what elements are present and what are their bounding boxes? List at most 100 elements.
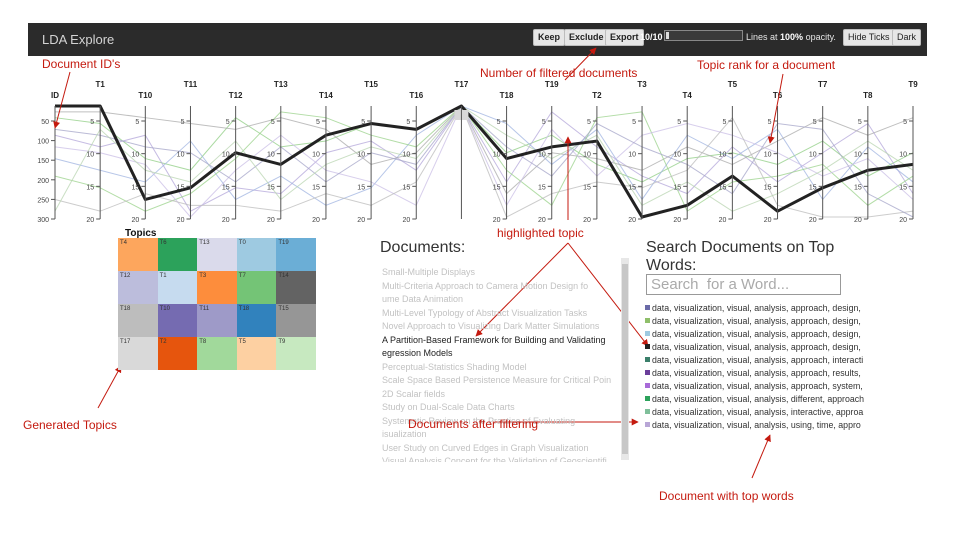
word-result-item[interactable]: data, visualization, visual, analysis, a… xyxy=(645,303,861,316)
topic-cell[interactable]: T17 xyxy=(118,337,158,370)
tick-label: 15 xyxy=(673,184,681,191)
word-result-text: data, visualization, visual, analysis, a… xyxy=(652,381,863,391)
tick-label: 15 xyxy=(493,184,501,191)
tick-label: 15 xyxy=(809,184,817,191)
tick-label: 5 xyxy=(858,119,862,126)
document-item[interactable]: Multi-Criteria Approach to Camera Motion… xyxy=(382,281,588,291)
word-result-text: data, visualization, visual, analysis, i… xyxy=(652,407,864,417)
tick-label: 5 xyxy=(181,119,185,126)
topic-cell[interactable]: T3 xyxy=(197,271,237,304)
document-item[interactable]: 2D Scalar fields xyxy=(382,389,445,399)
tick-label: 10 xyxy=(673,152,681,159)
axis-label: T8 xyxy=(863,91,873,100)
color-swatch xyxy=(645,396,650,401)
document-scrollbar[interactable] xyxy=(621,258,629,460)
axis-label: T3 xyxy=(637,80,647,89)
tick-label: 10 xyxy=(538,152,546,159)
tick-label: 10 xyxy=(809,152,817,159)
word-result-item[interactable]: data, visualization, visual, analysis, d… xyxy=(645,394,864,407)
document-item[interactable]: User Study on Curved Edges in Graph Visu… xyxy=(382,443,588,453)
axis-label: T19 xyxy=(545,80,559,89)
topic-cell[interactable]: T11 xyxy=(197,304,237,337)
word-search-input[interactable] xyxy=(646,274,841,295)
tick-label: 5 xyxy=(361,119,365,126)
topic-cell[interactable]: T18 xyxy=(236,304,277,337)
tick-label: 20 xyxy=(583,217,591,224)
tick-label: 5 xyxy=(90,119,94,126)
tick-label: 5 xyxy=(768,119,772,126)
tick-label: 5 xyxy=(903,119,907,126)
axis-label: ID xyxy=(51,91,59,100)
scrollbar-thumb[interactable] xyxy=(622,264,628,454)
topic-cell[interactable]: T13 xyxy=(197,238,237,271)
document-item[interactable]: ume Data Animation xyxy=(382,294,463,304)
tick-label: 10 xyxy=(177,152,185,159)
tick-label: 10 xyxy=(719,152,727,159)
tick-label: 15 xyxy=(628,184,636,191)
color-swatch xyxy=(645,331,650,336)
topic-cell[interactable]: T6 xyxy=(157,238,198,271)
word-result-item[interactable]: data, visualization, visual, analysis, a… xyxy=(645,316,861,329)
tick-label: 15 xyxy=(86,184,94,191)
word-result-item[interactable]: data, visualization, visual, analysis, i… xyxy=(645,407,863,420)
topic-cell[interactable]: T15 xyxy=(276,304,316,337)
document-item[interactable]: Novel Approach to Visualizing Dark Matte… xyxy=(382,321,599,331)
word-result-item[interactable]: data, visualization, visual, analysis, u… xyxy=(645,420,861,433)
axis-label: T5 xyxy=(728,80,738,89)
tick-label: 15 xyxy=(899,184,907,191)
topic-cell[interactable]: T4 xyxy=(118,238,158,271)
axis-label: T11 xyxy=(184,80,198,89)
tick-label: 150 xyxy=(37,158,49,165)
tick-label: 15 xyxy=(402,184,410,191)
topic-cell[interactable]: T8 xyxy=(197,337,237,370)
document-item[interactable]: egression Models xyxy=(382,348,453,358)
topic-cell[interactable]: T0 xyxy=(236,238,277,271)
tick-label: 10 xyxy=(312,152,320,159)
topic-cell[interactable]: T19 xyxy=(276,238,316,271)
topic-cell[interactable]: T7 xyxy=(236,271,277,304)
document-item[interactable]: Small-Multiple Displays xyxy=(382,267,475,277)
word-result-item[interactable]: data, visualization, visual, analysis, a… xyxy=(645,329,861,342)
document-item[interactable]: Study on Dual-Scale Data Charts xyxy=(382,402,515,412)
word-result-text: data, visualization, visual, analysis, a… xyxy=(652,316,861,326)
tick-label: 20 xyxy=(493,217,501,224)
topic-cell[interactable]: T12 xyxy=(118,271,158,304)
word-result-text: data, visualization, visual, analysis, a… xyxy=(652,342,861,352)
topic-cell[interactable]: T1 xyxy=(157,271,198,304)
tick-label: 15 xyxy=(312,184,320,191)
topic-cell[interactable]: T18 xyxy=(118,304,158,337)
tick-label: 20 xyxy=(764,217,772,224)
document-item[interactable]: A Partition-Based Framework for Building… xyxy=(382,335,605,345)
word-result-item[interactable]: data, visualization, visual, analysis, a… xyxy=(645,381,863,394)
axis-label: T2 xyxy=(592,91,602,100)
tick-label: 5 xyxy=(542,119,546,126)
tick-label: 5 xyxy=(813,119,817,126)
tick-label: 5 xyxy=(722,119,726,126)
document-item[interactable]: Visual Analysis Concept for the Validati… xyxy=(382,456,607,462)
tick-label: 15 xyxy=(222,184,230,191)
tick-label: 10 xyxy=(132,152,140,159)
search-heading: Search Documents on Top Words: xyxy=(646,239,835,274)
topic-cell[interactable]: T9 xyxy=(276,337,316,370)
tick-label: 20 xyxy=(673,217,681,224)
axis-label: T4 xyxy=(683,91,693,100)
tick-label: 10 xyxy=(854,152,862,159)
tick-label: 10 xyxy=(357,152,365,159)
document-item[interactable]: Multi-Level Typology of Abstract Visuali… xyxy=(382,308,587,318)
tick-label: 250 xyxy=(37,197,49,204)
word-result-text: data, visualization, visual, analysis, a… xyxy=(652,303,861,313)
word-result-item[interactable]: data, visualization, visual, analysis, a… xyxy=(645,342,861,355)
topic-cell[interactable]: T2 xyxy=(157,337,198,370)
word-result-item[interactable]: data, visualization, visual, analysis, a… xyxy=(645,368,861,381)
document-item[interactable]: Perceptual-Statistics Shading Model xyxy=(382,362,527,372)
tick-label: 10 xyxy=(86,152,94,159)
topic-cell[interactable]: T5 xyxy=(236,337,277,370)
topic-cell[interactable]: T14 xyxy=(276,271,316,304)
topic-cell[interactable]: T10 xyxy=(157,304,198,337)
tick-label: 15 xyxy=(583,184,591,191)
top-words-list[interactable]: data, visualization, visual, analysis, a… xyxy=(645,303,879,433)
tick-label: 15 xyxy=(764,184,772,191)
color-swatch xyxy=(645,344,650,349)
word-result-item[interactable]: data, visualization, visual, analysis, a… xyxy=(645,355,863,368)
document-item[interactable]: Scale Space Based Persistence Measure fo… xyxy=(382,375,611,385)
